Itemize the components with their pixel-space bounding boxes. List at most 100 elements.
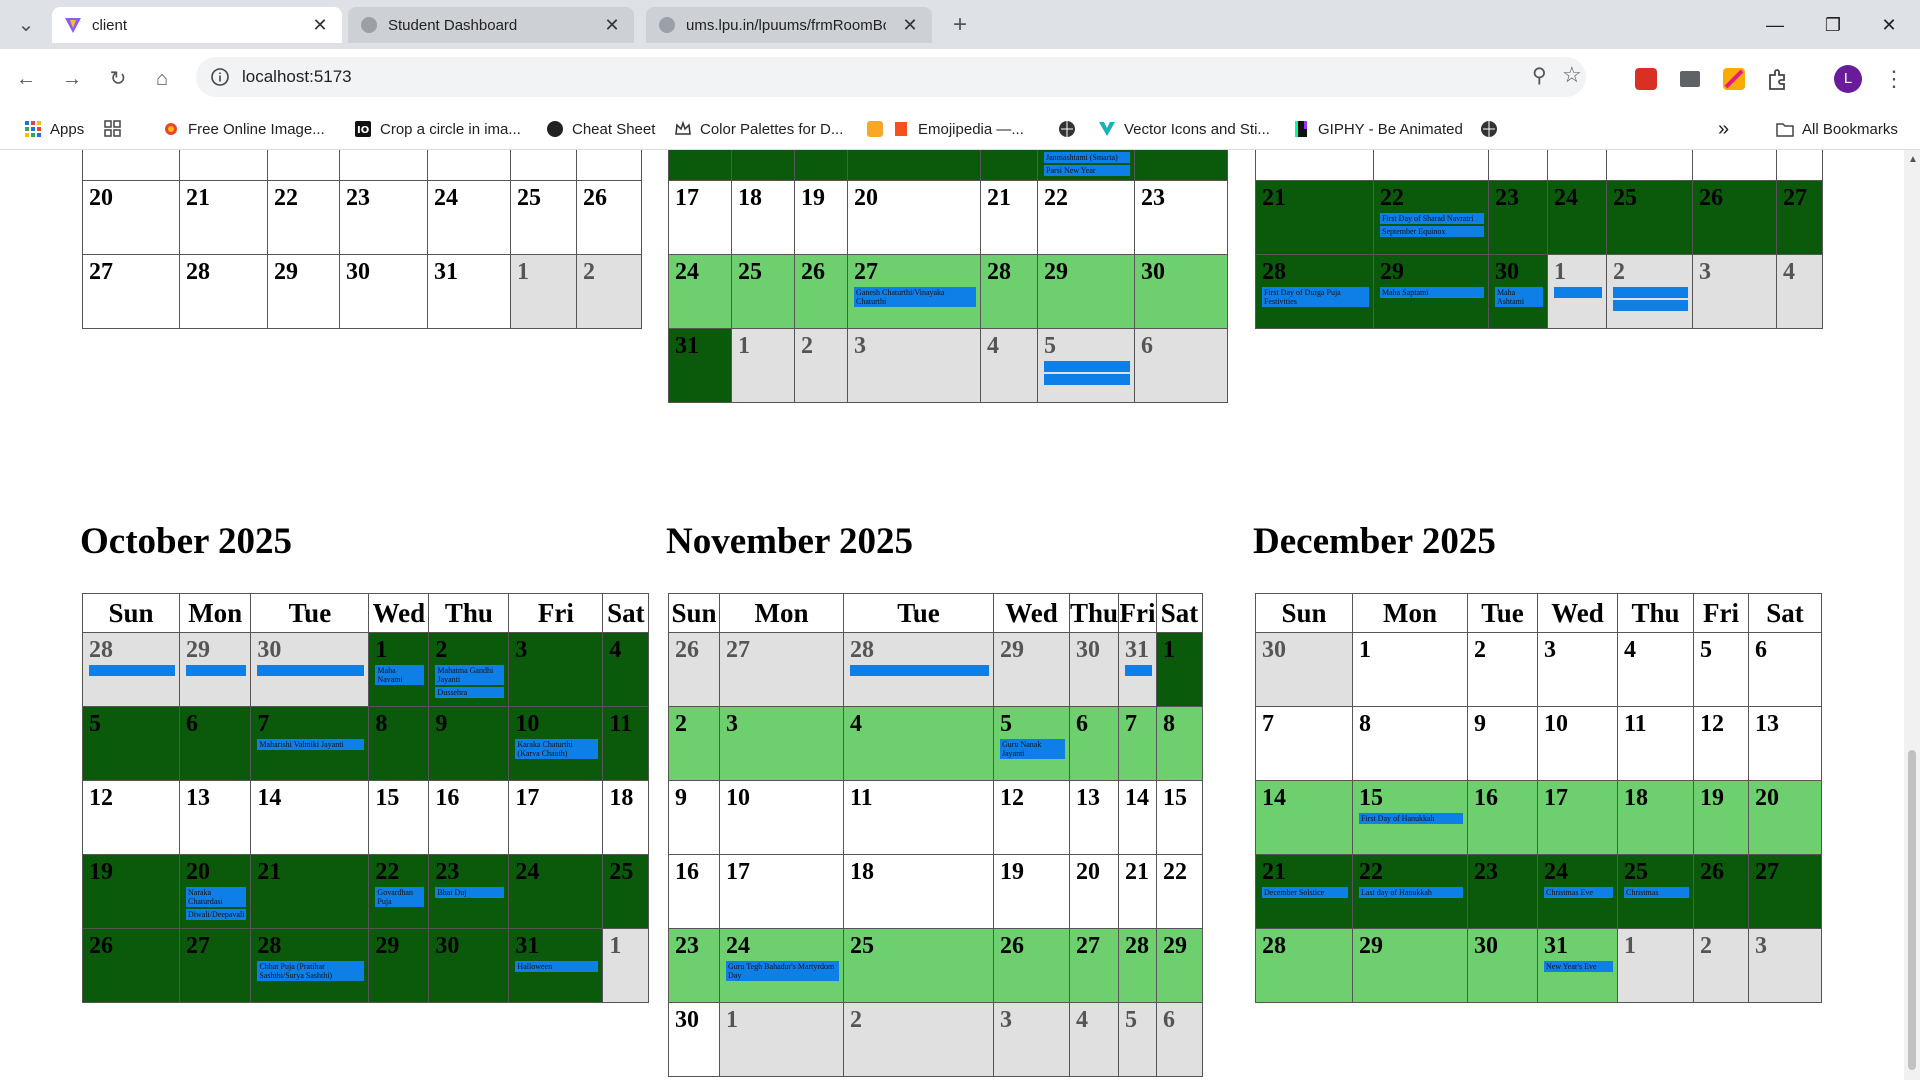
day-cell[interactable]: 5 [1037,328,1135,403]
day-cell[interactable]: 29 [993,632,1070,707]
new-tab-plus-icon[interactable]: + [944,9,976,41]
day-cell[interactable]: 2 [843,1002,994,1077]
day-cell[interactable]: 28 [82,632,180,707]
event-label[interactable]: Govardhan Puja [375,887,425,907]
day-cell[interactable]: 31 Halloween [508,928,604,1003]
day-cell[interactable]: 29 [178,632,252,707]
day-cell[interactable]: 15 [1373,150,1489,181]
globe-icon[interactable] [1058,117,1084,141]
day-cell[interactable]: 29 [1156,928,1204,1003]
day-cell[interactable]: 18 [510,150,577,181]
day-cell[interactable]: 22 Last day of Hanukkah [1352,854,1468,929]
day-cell[interactable]: 3 [508,632,604,707]
day-cell[interactable]: 4 [1617,632,1694,707]
reload-icon[interactable]: ↻ [102,63,134,95]
day-cell[interactable]: 19 [794,180,848,255]
day-cell[interactable]: 11 [602,706,650,781]
day-cell[interactable]: 15 [368,780,430,855]
day-cell[interactable]: 10 Karaka Chaturthi (Karva Chauth) [508,706,604,781]
day-cell[interactable]: 2 Mahatma Gandhi Jayanti Dussehra [428,632,510,707]
menu-dots-icon[interactable]: ⋮ [1878,63,1910,95]
event-label[interactable]: Janmashtami (Smarta) [1044,152,1130,163]
day-cell[interactable]: 28 First Day of Durga Puja Festivities [1255,254,1374,329]
day-cell[interactable]: 16 [428,780,510,855]
day-cell[interactable]: 29 [1037,254,1135,329]
day-cell[interactable]: 7 [1255,706,1353,781]
day-cell[interactable]: 1 [731,328,795,403]
day-cell[interactable]: 13 [1748,706,1822,781]
day-cell[interactable]: 23 [1134,180,1228,255]
day-cell[interactable]: 30 [1467,928,1538,1003]
day-cell[interactable]: 28 Chhat Puja (Pratihar Sashthi/Surya Sas… [250,928,370,1003]
day-cell[interactable]: 1 Maha Navami [368,632,430,707]
close-icon[interactable]: ✕ [308,13,332,37]
day-cell[interactable]: 17 [427,150,511,181]
day-cell[interactable]: 13 [1068,780,1120,855]
event-label[interactable] [89,665,175,676]
day-cell[interactable]: 3 [719,706,844,781]
day-cell[interactable]: 27 [719,632,844,707]
event-label[interactable]: Parsi New Year [1044,165,1130,176]
event-label[interactable]: December Solstice [1262,887,1348,898]
day-cell[interactable]: 17 [1547,150,1607,181]
day-cell[interactable]: 1 [1352,632,1468,707]
day-cell[interactable]: 2 [794,328,848,403]
day-cell[interactable]: 30 [668,1002,720,1077]
day-cell[interactable]: 20 [847,180,981,255]
day-cell[interactable]: 28 [1255,928,1353,1003]
day-cell[interactable]: 12 [1693,706,1749,781]
scrollbar[interactable]: ▲ [1904,150,1920,1080]
day-cell[interactable]: 17 [1537,780,1618,855]
day-cell[interactable]: 30 [1068,632,1120,707]
day-cell[interactable]: 25 [731,254,795,329]
extension-color-icon[interactable] [1720,65,1748,93]
day-cell[interactable]: 11 [1617,706,1694,781]
day-cell[interactable]: 6 [1068,706,1120,781]
day-cell[interactable]: 28 [1118,928,1158,1003]
bookmark-crop-circle[interactable]: IO Crop a circle in ima... [354,117,521,141]
day-cell[interactable]: 21 [179,180,268,255]
day-cell[interactable]: 1 [719,1002,844,1077]
day-cell[interactable]: 24 Guru Tegh Bahadur's Martyrdom Day [719,928,844,1003]
day-cell[interactable]: 6 [178,706,252,781]
day-cell[interactable]: 13 [82,150,180,181]
day-cell[interactable]: 24 [1547,180,1607,255]
day-cell[interactable]: 7 Maharishi Valmiki Jayanti [250,706,370,781]
day-cell[interactable]: 25 [1606,180,1693,255]
day-cell[interactable]: 19 [1692,150,1777,181]
day-cell[interactable]: 23 Bhai Duj [428,854,510,929]
day-cell[interactable]: 10 [1537,706,1618,781]
minimize-icon[interactable]: — [1752,10,1798,40]
more-bookmarks-chevron-icon[interactable]: » [1718,117,1729,141]
day-cell[interactable]: 18 [843,854,994,929]
day-cell[interactable]: 26 [576,180,642,255]
day-cell[interactable]: 28 [980,254,1038,329]
event-label[interactable]: Christmas [1624,887,1689,898]
day-cell[interactable]: 15 [267,150,340,181]
day-cell[interactable]: 29 [1352,928,1468,1003]
day-cell[interactable]: 4 [980,328,1038,403]
day-cell[interactable]: 15Independence DayJanmashtami (Smarta)Pa… [1037,150,1135,181]
day-cell[interactable]: 2 [1467,632,1538,707]
day-cell[interactable]: 16Janmashtami [1134,150,1228,181]
day-cell[interactable]: 14 [1118,780,1158,855]
day-cell[interactable]: 20 Naraka Chaturdasi Diwali/Deepavali [178,854,252,929]
day-cell[interactable]: 16 [1488,150,1548,181]
event-label[interactable]: Christmas Eve [1544,887,1613,898]
day-cell[interactable]: 31 [668,328,732,403]
bookmark-color-palettes[interactable]: Color Palettes for D... [674,117,843,141]
day-cell[interactable]: 18 [1606,150,1693,181]
day-cell[interactable]: 19 [1693,780,1749,855]
day-cell[interactable]: 25 [602,854,650,929]
event-label[interactable]: September Equinox [1380,226,1484,237]
day-cell[interactable]: 25 [843,928,994,1003]
restore-icon[interactable]: ❐ [1810,10,1856,40]
window-close-icon[interactable]: ✕ [1866,10,1912,40]
day-cell[interactable]: 28 [843,632,994,707]
extension-dark-icon[interactable] [1676,65,1704,93]
day-cell[interactable]: 10 [668,150,732,181]
day-cell[interactable]: 20 [1776,150,1823,181]
day-cell[interactable]: 30 Maha Ashtami [1488,254,1548,329]
day-cell[interactable]: 20 [82,180,180,255]
day-cell[interactable]: 21 [250,854,370,929]
